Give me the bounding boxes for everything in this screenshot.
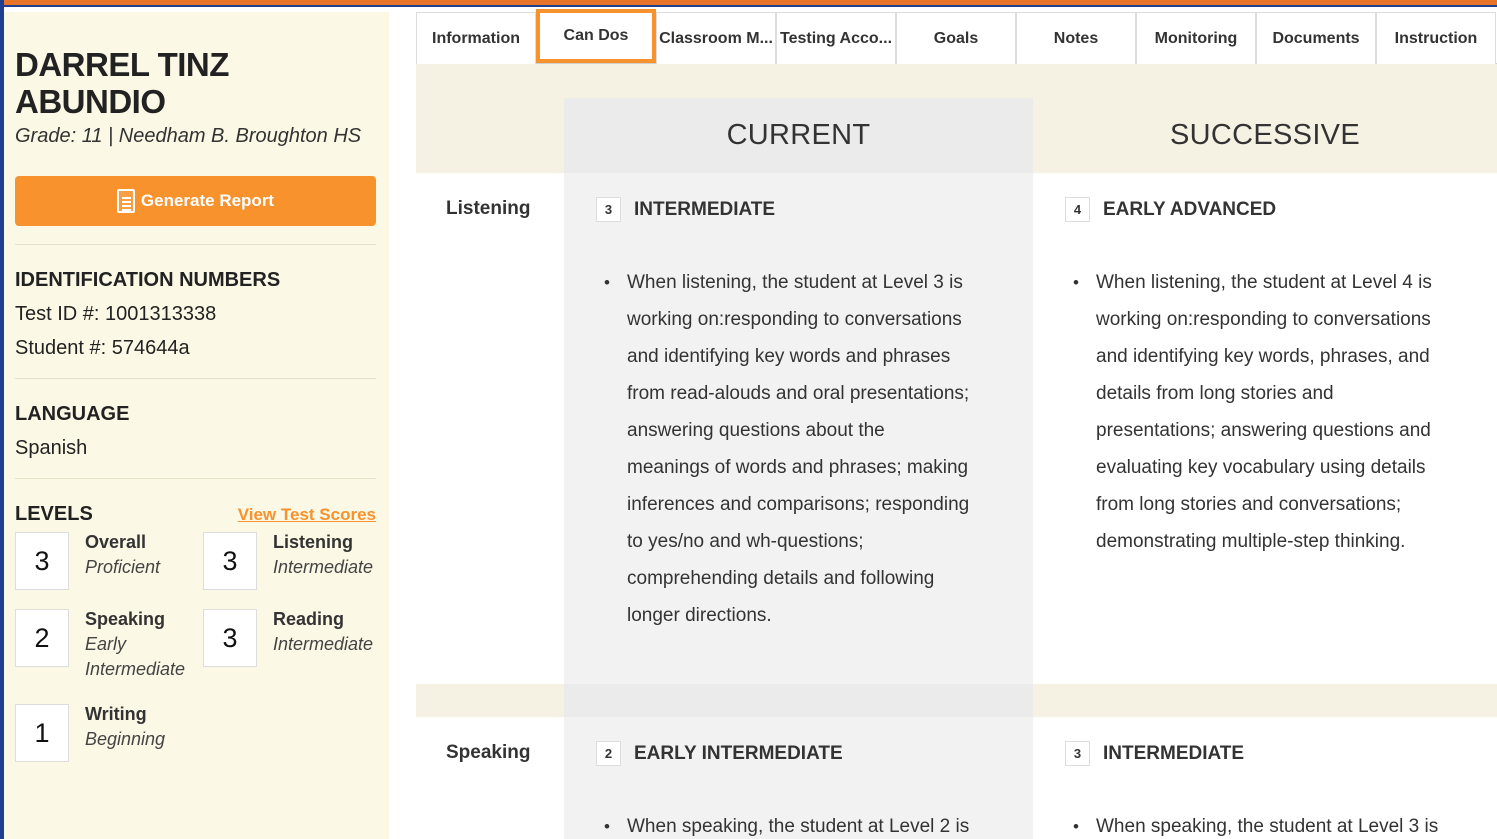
test-id: Test ID #: 1001313338 [15,303,217,325]
level-overall: 3 Overall Proficient [15,532,160,590]
level-desc: Early Intermediate [85,634,186,679]
can-do-description: When listening, the student at Level 4 i… [1065,264,1495,560]
skill-label: Listening [446,198,531,219]
level-listening: 3 Listening Intermediate [203,532,373,590]
skill-label: Speaking [446,742,531,763]
level-desc: Proficient [85,557,161,577]
student-name-line2: ABUNDIO [15,83,166,120]
can-do-description: When speaking, the student at Level 3 is [1065,808,1495,839]
successive-column-header: SUCCESSIVE [1170,119,1360,151]
description-line: evaluating key vocabulary using details [1096,457,1426,478]
top-border [0,5,1497,7]
description-line: working on:responding to conversations [1096,309,1431,330]
levels-title: LEVELS [15,503,93,525]
description-line: When speaking, the student at Level 3 is [1096,816,1439,837]
can-do-description: When speaking, the student at Level 2 is [596,808,1026,839]
tab-information[interactable]: Information [416,12,536,64]
levels-header: LEVELS View Test Scores [15,503,376,526]
level-value: 3 [203,532,257,590]
description-line: from long stories and conversations; [1096,494,1402,515]
description-line: comprehending details and following [627,568,935,589]
description-line: details from long stories and [1096,383,1334,404]
tab-can-dos[interactable]: Can Dos [536,9,656,63]
generate-report-button[interactable]: Generate Report [15,176,376,226]
level-desc: Beginning [85,729,166,749]
view-test-scores-link[interactable]: View Test Scores [238,505,376,525]
tab-monitoring[interactable]: Monitoring [1136,12,1256,64]
identification-title: IDENTIFICATION NUMBERS [15,269,281,291]
level-title: INTERMEDIATE [1103,742,1245,764]
description-line: and identifying key words and phrases [627,346,951,367]
description-line: When listening, the student at Level 4 i… [1096,272,1432,293]
level-number: 3 [596,197,621,222]
tab-goals[interactable]: Goals [896,12,1016,64]
description-line: to yes/no and wh-questions; [627,531,864,552]
divider [15,478,376,479]
level-value: 3 [203,609,257,667]
level-name: Reading [273,609,345,629]
description-line: working on:responding to conversations [627,309,962,330]
tab-classroom-modifications[interactable]: Classroom M... [656,12,776,64]
language-value: Spanish [15,437,88,459]
student-number: Student #: 574644a [15,337,190,359]
current-level-heading: 2 EARLY INTERMEDIATE [596,741,843,766]
level-name: Writing [85,704,147,724]
level-value: 2 [15,609,69,667]
level-reading: 3 Reading Intermediate [203,609,373,667]
successive-level-heading: 3 INTERMEDIATE [1065,741,1244,766]
description-line: longer directions. [627,605,772,626]
level-number: 2 [596,741,621,766]
description-line: answering questions about the [627,420,885,441]
level-desc: Intermediate [273,557,374,577]
level-title: EARLY ADVANCED [1103,198,1277,220]
level-value: 1 [15,704,69,762]
level-name: Speaking [85,609,166,629]
level-desc: Intermediate [273,634,374,654]
student-grade-school: Grade: 11 | Needham B. Broughton HS [15,125,362,147]
can-do-description: When listening, the student at Level 3 i… [596,264,1026,634]
generate-report-label: Generate Report [140,191,275,210]
tab-documents[interactable]: Documents [1256,12,1376,64]
description-line: inferences and comparisons; responding [627,494,970,515]
description-line: presentations; answering questions and [1096,420,1431,441]
description-line: demonstrating multiple-step thinking. [1096,531,1406,552]
divider [15,378,376,379]
current-column-header: CURRENT [726,119,871,151]
level-value: 3 [15,532,69,590]
student-tabs: Information Can Dos Classroom M... Testi… [416,9,1497,64]
level-title: INTERMEDIATE [634,198,776,220]
successive-level-heading: 4 EARLY ADVANCED [1065,197,1276,222]
student-name: DARREL TINZ ABUNDIO [15,46,355,120]
student-sidebar: DARREL TINZ ABUNDIO Grade: 11 | Needham … [4,12,389,839]
description-line: and identifying key words, phrases, and [1096,346,1430,367]
level-number: 3 [1065,741,1090,766]
language-title: LANGUAGE [15,403,130,425]
current-level-heading: 3 INTERMEDIATE [596,197,775,222]
tab-testing-accommodations[interactable]: Testing Acco... [776,12,896,64]
level-name: Listening [273,532,353,552]
description-line: from read-alouds and oral presentations; [627,383,970,404]
level-writing: 1 Writing Beginning [15,704,165,762]
tab-instruction[interactable]: Instruction [1376,12,1496,64]
level-name: Overall [85,532,147,552]
level-number: 4 [1065,197,1090,222]
document-icon [116,189,135,213]
description-line: When speaking, the student at Level 2 is [627,816,970,837]
level-title: EARLY INTERMEDIATE [634,742,843,764]
description-line: meanings of words and phrases; making [627,457,969,478]
student-name-line1: DARREL TINZ [15,46,229,83]
divider [15,244,376,245]
levels-grid: 3 Overall Proficient 3 Listening Interme… [15,532,376,772]
level-speaking: 2 Speaking Early Intermediate [15,609,195,682]
tab-notes[interactable]: Notes [1016,12,1136,64]
description-line: When listening, the student at Level 3 i… [627,272,963,293]
